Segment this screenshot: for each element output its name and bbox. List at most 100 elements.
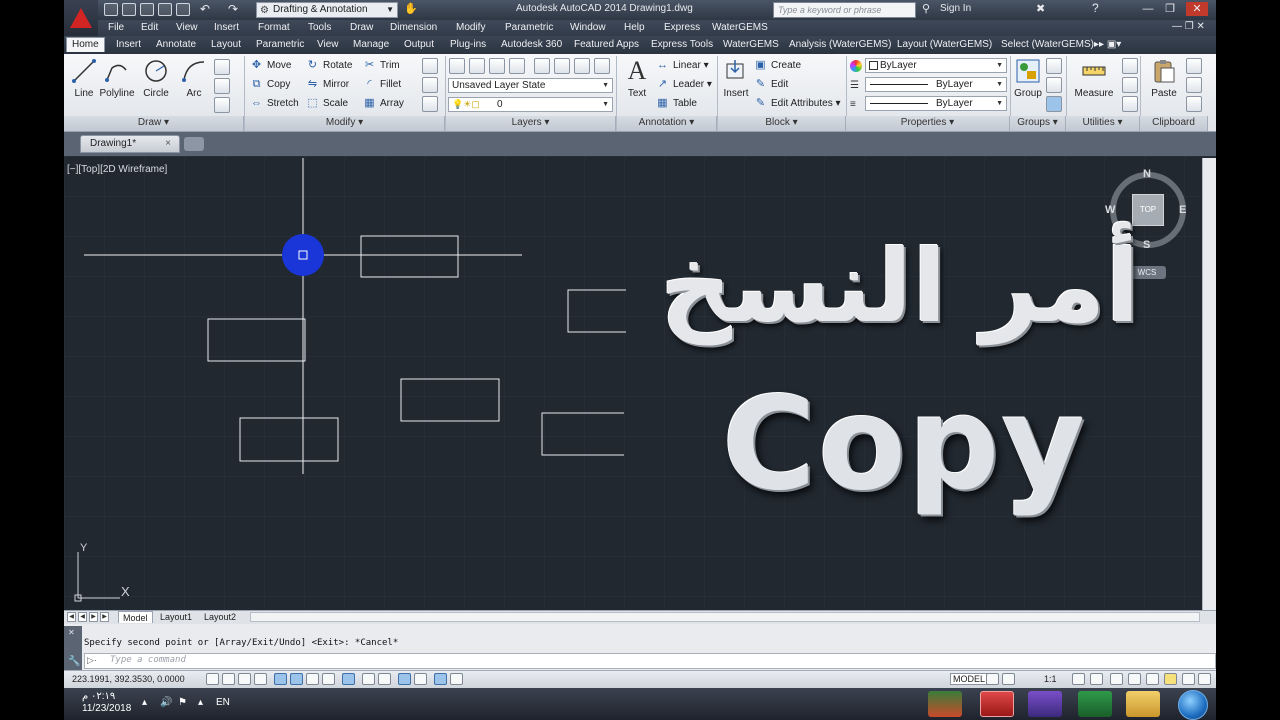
exchange-icon[interactable]: ✖ xyxy=(1036,2,1045,15)
transparency-icon[interactable] xyxy=(398,673,411,685)
compass-north[interactable]: N xyxy=(1143,168,1151,180)
edit-block-button[interactable]: ✎ Edit xyxy=(754,77,788,92)
taskbar-excel-icon[interactable] xyxy=(1078,691,1112,717)
linetype-dropdown[interactable]: ByLayer ▼ xyxy=(865,77,1007,92)
layer-off-icon[interactable] xyxy=(489,58,505,74)
tab-model[interactable]: Model xyxy=(118,611,153,623)
customize-icon[interactable]: 🔧 xyxy=(68,656,80,667)
create-block-button[interactable]: ▣ Create xyxy=(754,58,801,73)
tab-output[interactable]: Output xyxy=(404,39,434,50)
last-layout-icon[interactable]: ▶ xyxy=(100,612,109,622)
rotate-button[interactable]: ↻ Rotate xyxy=(306,58,353,73)
move-button[interactable]: ✥ Move xyxy=(250,58,292,73)
paste-button[interactable]: Paste xyxy=(1146,58,1182,99)
layers-panel-title[interactable]: Layers ▾ xyxy=(446,116,616,131)
properties-panel-title[interactable]: Properties ▾ xyxy=(846,116,1010,131)
object-snap-tracking-icon[interactable] xyxy=(322,673,335,685)
tab-analysis-watergems[interactable]: Analysis (WaterGEMS) xyxy=(789,39,891,50)
measure-button[interactable]: Measure xyxy=(1072,58,1116,99)
layer-merge-icon[interactable] xyxy=(594,58,610,74)
minimize-button[interactable]: — xyxy=(1140,2,1156,16)
current-layer-dropdown[interactable]: 💡☀▢ 0 ▼ xyxy=(448,97,613,112)
hardware-acceleration-icon[interactable] xyxy=(1146,673,1159,685)
lineweight-toggle-icon[interactable] xyxy=(378,673,391,685)
insert-block-button[interactable]: Insert xyxy=(718,58,754,99)
selection-cycling-icon[interactable] xyxy=(434,673,447,685)
dynamic-input-icon[interactable] xyxy=(362,673,375,685)
isolate-objects-icon[interactable] xyxy=(1164,673,1177,685)
taskbar-visual-studio-icon[interactable] xyxy=(1028,691,1062,717)
lock-icon[interactable] xyxy=(1128,673,1141,685)
tray-up-icon[interactable]: ▴ xyxy=(198,697,203,708)
menu-edit[interactable]: Edit xyxy=(141,22,158,33)
text-button[interactable]: A Text xyxy=(619,58,655,100)
application-menu-button[interactable] xyxy=(64,0,98,36)
3d-osnap-icon[interactable] xyxy=(306,673,319,685)
menu-watergems[interactable]: WaterGEMS xyxy=(712,22,768,33)
compass-west[interactable]: W xyxy=(1105,204,1115,216)
infer-constraints-icon[interactable] xyxy=(206,673,219,685)
mirror-button[interactable]: ⇋ Mirror xyxy=(306,77,349,92)
block-panel-title[interactable]: Block ▾ xyxy=(718,116,846,131)
taskbar-autocad-icon[interactable] xyxy=(980,691,1014,717)
linear-button[interactable]: ↔ Linear ▾ xyxy=(656,58,709,73)
document-tab[interactable]: Drawing1* × xyxy=(80,135,180,153)
taskbar-explorer-icon[interactable] xyxy=(1126,691,1160,717)
taskbar-clock[interactable]: ٠٢:١٩ م 11/23/2018 xyxy=(82,691,131,715)
coordinate-display[interactable]: 223.1991, 392.3530, 0.0000 xyxy=(72,674,185,684)
start-button[interactable] xyxy=(1178,690,1208,720)
layer-isolate-icon[interactable] xyxy=(509,58,525,74)
compass-south[interactable]: S xyxy=(1143,239,1150,251)
id-point-icon[interactable] xyxy=(1122,96,1138,112)
arc-button[interactable]: Arc xyxy=(176,58,212,99)
annotation-visibility-icon[interactable] xyxy=(1072,673,1085,685)
copy-clip-icon[interactable] xyxy=(1186,77,1202,93)
edit-attributes-button[interactable]: ✎ Edit Attributes ▾ xyxy=(754,96,841,111)
tab-annotate[interactable]: Annotate xyxy=(156,39,196,50)
menu-view[interactable]: View xyxy=(176,22,198,33)
annotation-monitor-icon[interactable] xyxy=(450,673,463,685)
groups-panel-title[interactable]: Groups ▾ xyxy=(1010,116,1066,131)
workspace-dropdown[interactable]: ⚙ Drafting & Annotation ▼ xyxy=(256,2,398,18)
save-icon[interactable] xyxy=(140,3,154,16)
snap-mode-icon[interactable] xyxy=(222,673,235,685)
layer-freeze-icon[interactable] xyxy=(469,58,485,74)
more-tabs-icon[interactable]: ▸▸ ▣▾ xyxy=(1094,39,1121,50)
workspace-switching-icon[interactable] xyxy=(1110,673,1123,685)
binoculars-icon[interactable]: ⚲ xyxy=(922,2,930,15)
open-icon[interactable] xyxy=(122,3,136,16)
next-layout-icon[interactable]: ▶ xyxy=(89,612,98,622)
menu-express[interactable]: Express xyxy=(664,22,700,33)
model-space-toggle[interactable]: MODEL xyxy=(950,673,989,685)
pan-icon[interactable]: ✋ xyxy=(404,2,418,15)
explode-icon[interactable] xyxy=(422,77,438,93)
table-button[interactable]: ▦ Table xyxy=(656,96,697,111)
help-icon[interactable]: ? xyxy=(1092,1,1099,15)
vertical-scrollbar[interactable] xyxy=(1202,158,1216,610)
close-command-icon[interactable]: ✕ xyxy=(68,628,75,637)
layer-properties-icon[interactable] xyxy=(449,58,465,74)
new-tab-button[interactable] xyxy=(184,137,204,151)
tab-layout1[interactable]: Layout1 xyxy=(156,611,196,623)
tab-watergems[interactable]: WaterGEMS xyxy=(723,39,779,50)
save-as-icon[interactable] xyxy=(158,3,172,16)
ungroup-icon[interactable] xyxy=(1046,58,1062,74)
plot-icon[interactable] xyxy=(176,3,190,16)
array-button[interactable]: ▦ Array xyxy=(363,96,404,111)
close-tab-icon[interactable]: × xyxy=(165,136,171,152)
offset-icon[interactable] xyxy=(422,96,438,112)
doc-window-controls[interactable]: — ❐ ✕ xyxy=(1172,21,1205,32)
viewcube-top-face[interactable]: TOP xyxy=(1132,194,1164,226)
dynamic-ucs-icon[interactable] xyxy=(342,673,355,685)
volume-icon[interactable]: 🔊 xyxy=(160,697,172,708)
fillet-button[interactable]: ◜ Fillet xyxy=(363,77,401,92)
layer-walk-icon[interactable] xyxy=(574,58,590,74)
color-dropdown[interactable]: ByLayer ▼ xyxy=(865,58,1007,73)
auto-scale-icon[interactable] xyxy=(1090,673,1103,685)
group-edit-icon[interactable] xyxy=(1046,77,1062,93)
taskbar-app-icon[interactable] xyxy=(928,691,962,717)
polyline-button[interactable]: Polyline xyxy=(99,58,135,99)
quick-view-layouts-icon[interactable] xyxy=(986,673,999,685)
first-layout-icon[interactable]: ◀ xyxy=(67,612,76,622)
menu-dimension[interactable]: Dimension xyxy=(390,22,437,33)
